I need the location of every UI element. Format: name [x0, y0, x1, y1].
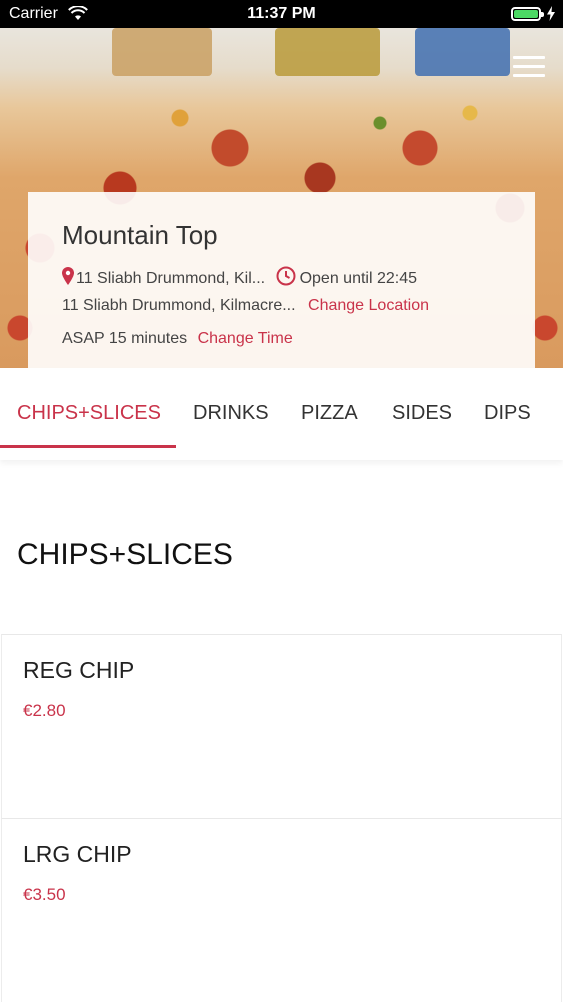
category-tabs: CHIPS+SLICES DRINKS PIZZA SIDES DIPS — [0, 368, 563, 460]
menu-item-price: €3.50 — [23, 885, 66, 904]
tab-sides[interactable]: SIDES — [392, 402, 452, 425]
battery-icon — [511, 7, 541, 21]
change-location-link[interactable]: Change Location — [308, 297, 429, 314]
section-title: CHIPS+SLICES — [17, 538, 233, 571]
background-jar — [112, 28, 212, 76]
address-line: 11 Sliabh Drummond, Kilmacre... — [62, 297, 296, 314]
time-row: ASAP 15 minutes Change Time — [62, 330, 293, 348]
location-row: 11 Sliabh Drummond, Kilmacre... Change L… — [62, 297, 429, 315]
address-short: 11 Sliabh Drummond, Kil... — [76, 270, 266, 287]
tab-dips[interactable]: DIPS — [484, 402, 531, 425]
menu-item-name: LRG CHIP — [23, 841, 132, 867]
hamburger-menu-icon[interactable] — [513, 56, 545, 80]
charging-bolt-icon — [547, 6, 555, 21]
restaurant-info-card: Mountain Top 11 Sliabh Drummond, Kil... … — [28, 192, 535, 368]
opening-hours: Open until 22:45 — [299, 270, 417, 287]
battery-tip — [541, 12, 544, 17]
tab-chips-slices[interactable]: CHIPS+SLICES — [17, 402, 161, 425]
tab-pizza[interactable]: PIZZA — [301, 402, 358, 425]
status-time: 11:37 PM — [247, 5, 316, 22]
menu-item[interactable]: REG CHIP €2.80 — [1, 634, 562, 818]
menu-item-name: REG CHIP — [23, 657, 135, 683]
clock-icon — [276, 266, 296, 286]
restaurant-name: Mountain Top — [62, 220, 218, 250]
location-pin-icon — [62, 267, 74, 285]
background-jar — [415, 28, 510, 76]
background-jar — [275, 28, 380, 76]
active-tab-indicator — [0, 445, 176, 448]
tab-drinks[interactable]: DRINKS — [193, 402, 269, 425]
menu-item[interactable]: LRG CHIP €3.50 — [1, 818, 562, 1002]
delivery-time: ASAP 15 minutes — [62, 330, 188, 347]
address-hours-row: 11 Sliabh Drummond, Kil... Open until 22… — [62, 266, 417, 288]
status-bar: Carrier 11:37 PM — [0, 0, 563, 28]
menu-item-price: €2.80 — [23, 701, 66, 720]
change-time-link[interactable]: Change Time — [198, 330, 293, 347]
